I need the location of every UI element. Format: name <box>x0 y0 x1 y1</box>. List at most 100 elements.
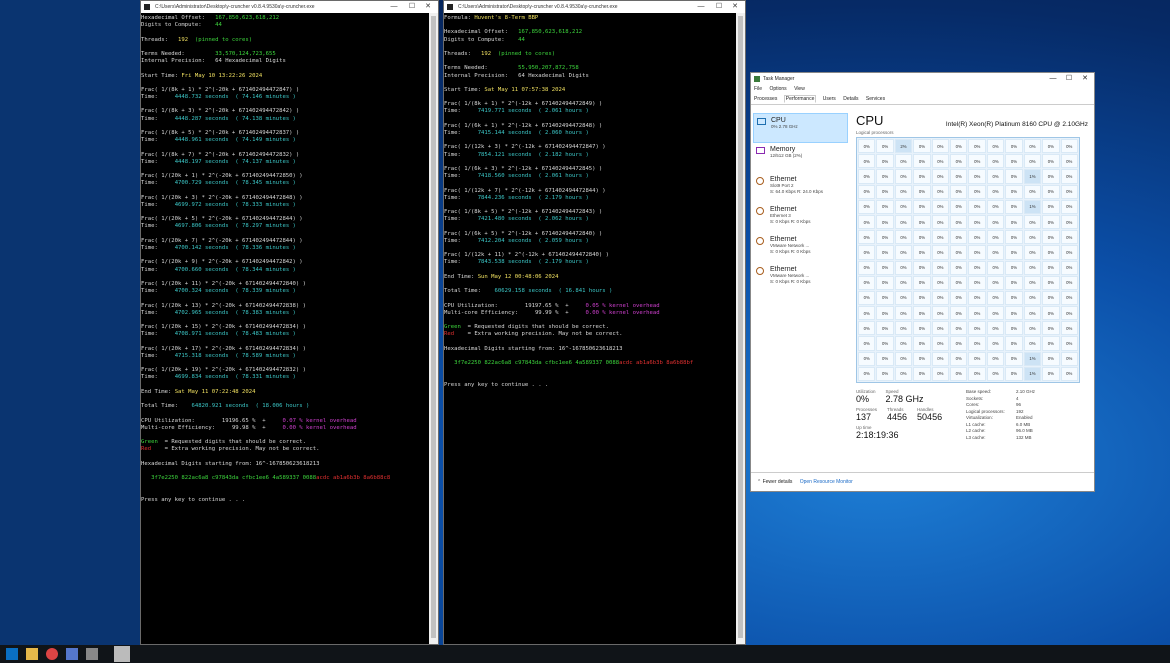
logical-processor-cell: 0% <box>894 366 913 381</box>
logical-processor-cell: 0% <box>950 275 968 290</box>
logical-processor-cell: 0% <box>876 245 894 260</box>
console-text: 4700.660 seconds ( 78.344 minutes ) <box>174 266 296 273</box>
tab-performance[interactable]: Performance <box>783 95 817 103</box>
logical-processor-cell: 0% <box>1005 336 1023 351</box>
speed-value: 2.78 GHz <box>885 394 924 404</box>
tab-details[interactable]: Details <box>842 96 859 102</box>
console-taskbar-icon[interactable] <box>114 646 130 662</box>
close-button[interactable]: ✕ <box>727 1 743 13</box>
file-explorer-icon[interactable] <box>26 648 38 660</box>
console-line: CPU Utilization: 19197.65 % + 0.05 % ker… <box>444 303 745 310</box>
logical-processor-cell: 0% <box>1023 214 1042 230</box>
resource-ethernet-4[interactable]: Ethernet VMware Network ... S: 0 Kbps R:… <box>753 263 848 293</box>
logical-processor-cell: 0% <box>1023 275 1042 290</box>
console-window-2[interactable]: C:\Users\Administrator\Desktop\y-crunche… <box>443 0 746 645</box>
menu-options[interactable]: Options <box>769 86 786 92</box>
menu-file[interactable]: File <box>754 86 762 92</box>
logical-processor-cell: 0% <box>950 230 968 245</box>
task-manager-window[interactable]: Task Manager — ☐ ✕ File Options View Pro… <box>750 72 1095 492</box>
logical-processor-cell: 0% <box>913 306 931 321</box>
resource-cpu[interactable]: CPU 0% 2.78 GHz <box>753 113 848 143</box>
console-window-1[interactable]: C:\Users\Administrator\Desktop\y-crunche… <box>140 0 439 645</box>
logical-processor-cell: 0% <box>986 351 1005 366</box>
logical-processor-cell: 0% <box>1023 139 1042 154</box>
scrollbar[interactable] <box>736 13 745 644</box>
logical-processor-cell: 0% <box>1060 184 1078 199</box>
logical-processor-cell: 0% <box>1042 351 1060 366</box>
resource-monitor-link[interactable]: Open Resource Monitor <box>800 479 853 485</box>
logical-processor-cell: 0% <box>1042 199 1060 214</box>
console-line: Time: 4697.806 seconds ( 78.297 minutes … <box>141 223 438 230</box>
console-text: Press any key to continue . . . <box>444 381 549 388</box>
console-text: Digits to Compute: <box>444 36 519 43</box>
resource-ethernet-3[interactable]: Ethernet VMware Network ... S: 0 Kbps R:… <box>753 233 848 263</box>
console-line: Time: 7412.204 seconds ( 2.059 hours ) <box>444 238 745 245</box>
title-bar[interactable]: Task Manager — ☐ ✕ <box>751 73 1094 85</box>
logical-processor-cell: 0% <box>986 336 1005 351</box>
console-line: Red = Extra working precision. May not b… <box>444 331 745 338</box>
minimize-button[interactable]: — <box>1046 73 1060 85</box>
console-text: Frac( 1/(6k + 3) * 2^(-12k + 67140249447… <box>444 165 603 172</box>
console-text: + <box>255 424 283 431</box>
logical-processor-cell: 0% <box>1005 169 1023 184</box>
resource-memory[interactable]: Memory 12/512 GB (2%) <box>753 143 848 173</box>
footer: ⌃ Fewer details Open Resource Monitor <box>751 472 1094 491</box>
app-icon[interactable] <box>86 648 98 660</box>
menu-view[interactable]: View <box>794 86 805 92</box>
console-line: Frac( 1/(6k + 3) * 2^(-12k + 67140249447… <box>444 166 745 173</box>
console-line: Start Time: Sat May 11 07:57:38 2024 <box>444 87 745 94</box>
maximize-button[interactable]: ☐ <box>404 1 420 13</box>
console-text: Frac( 1/(8k + 3) * 2^(-20k + 67140249447… <box>141 108 300 115</box>
close-button[interactable]: ✕ <box>420 1 436 13</box>
utilization-value: 0% <box>856 394 870 404</box>
console-text: 7418.560 seconds ( 2.061 hours ) <box>477 173 589 180</box>
tab-users[interactable]: Users <box>822 96 837 102</box>
console-text: Start Time: <box>141 72 182 79</box>
logical-processor-cell: 0% <box>894 336 913 351</box>
console-line: Hexadecimal Offset: 167,850,623,618,212 <box>444 29 745 36</box>
logical-processor-cell: 0% <box>1042 290 1060 306</box>
console-text: 4700.142 seconds ( 78.336 minutes ) <box>174 245 296 251</box>
console-text: 64 Hexadecimal Digits <box>215 58 286 65</box>
logical-processor-cell: 0% <box>1060 366 1078 381</box>
resource-ethernet-1[interactable]: Ethernet Slot9 Port 2 S: 64.0 Kbps R: 24… <box>753 173 848 203</box>
console-text: Hexadecimal Digits starting from: 16^-16… <box>444 345 623 352</box>
console-line: Time: 7421.480 seconds ( 2.062 hours ) <box>444 216 745 223</box>
fewer-details-link[interactable]: Fewer details <box>763 479 793 485</box>
chrome-icon[interactable] <box>46 648 58 660</box>
resource-ethernet-2[interactable]: Ethernet Ethernet 3 S: 0 Kbps R: 0 Kbps <box>753 203 848 233</box>
maximize-button[interactable]: ☐ <box>1062 73 1076 85</box>
start-icon[interactable] <box>6 648 18 660</box>
console-text: 44 <box>215 22 222 29</box>
title-bar[interactable]: C:\Users\Administrator\Desktop\y-crunche… <box>444 1 745 13</box>
logical-processor-cell: 0% <box>1060 336 1078 351</box>
title-bar[interactable]: C:\Users\Administrator\Desktop\y-crunche… <box>141 1 438 13</box>
scrollbar-thumb[interactable] <box>431 16 436 638</box>
cpu-specs: Base speed: 2.10 GHz Sockets: 4 Cores: 96 L… <box>966 389 1056 441</box>
logical-processor-cell: 0% <box>913 245 931 260</box>
scrollbar-thumb[interactable] <box>738 16 743 638</box>
scrollbar[interactable] <box>429 13 438 644</box>
minimize-button[interactable]: — <box>386 1 402 13</box>
minimize-button[interactable]: — <box>693 1 709 13</box>
logical-processor-cell: 0% <box>968 199 986 214</box>
logical-processor-cell: 0% <box>931 184 950 199</box>
app-icon[interactable] <box>66 648 78 660</box>
console-text: 7412.204 seconds ( 2.059 hours ) <box>477 237 589 244</box>
maximize-button[interactable]: ☐ <box>711 1 727 13</box>
chevron-up-icon[interactable]: ⌃ <box>757 479 761 485</box>
console-line: Internal Precision: 64 Hexadecimal Digit… <box>444 73 745 80</box>
close-button[interactable]: ✕ <box>1078 73 1092 85</box>
console-text: Hexadecimal Offset: <box>444 29 519 36</box>
tab-services[interactable]: Services <box>865 96 886 102</box>
console-text: 7844.236 seconds ( 2.179 hours ) <box>477 194 589 201</box>
logical-processor-cell: 0% <box>968 336 986 351</box>
tab-processes[interactable]: Processes <box>753 96 778 102</box>
